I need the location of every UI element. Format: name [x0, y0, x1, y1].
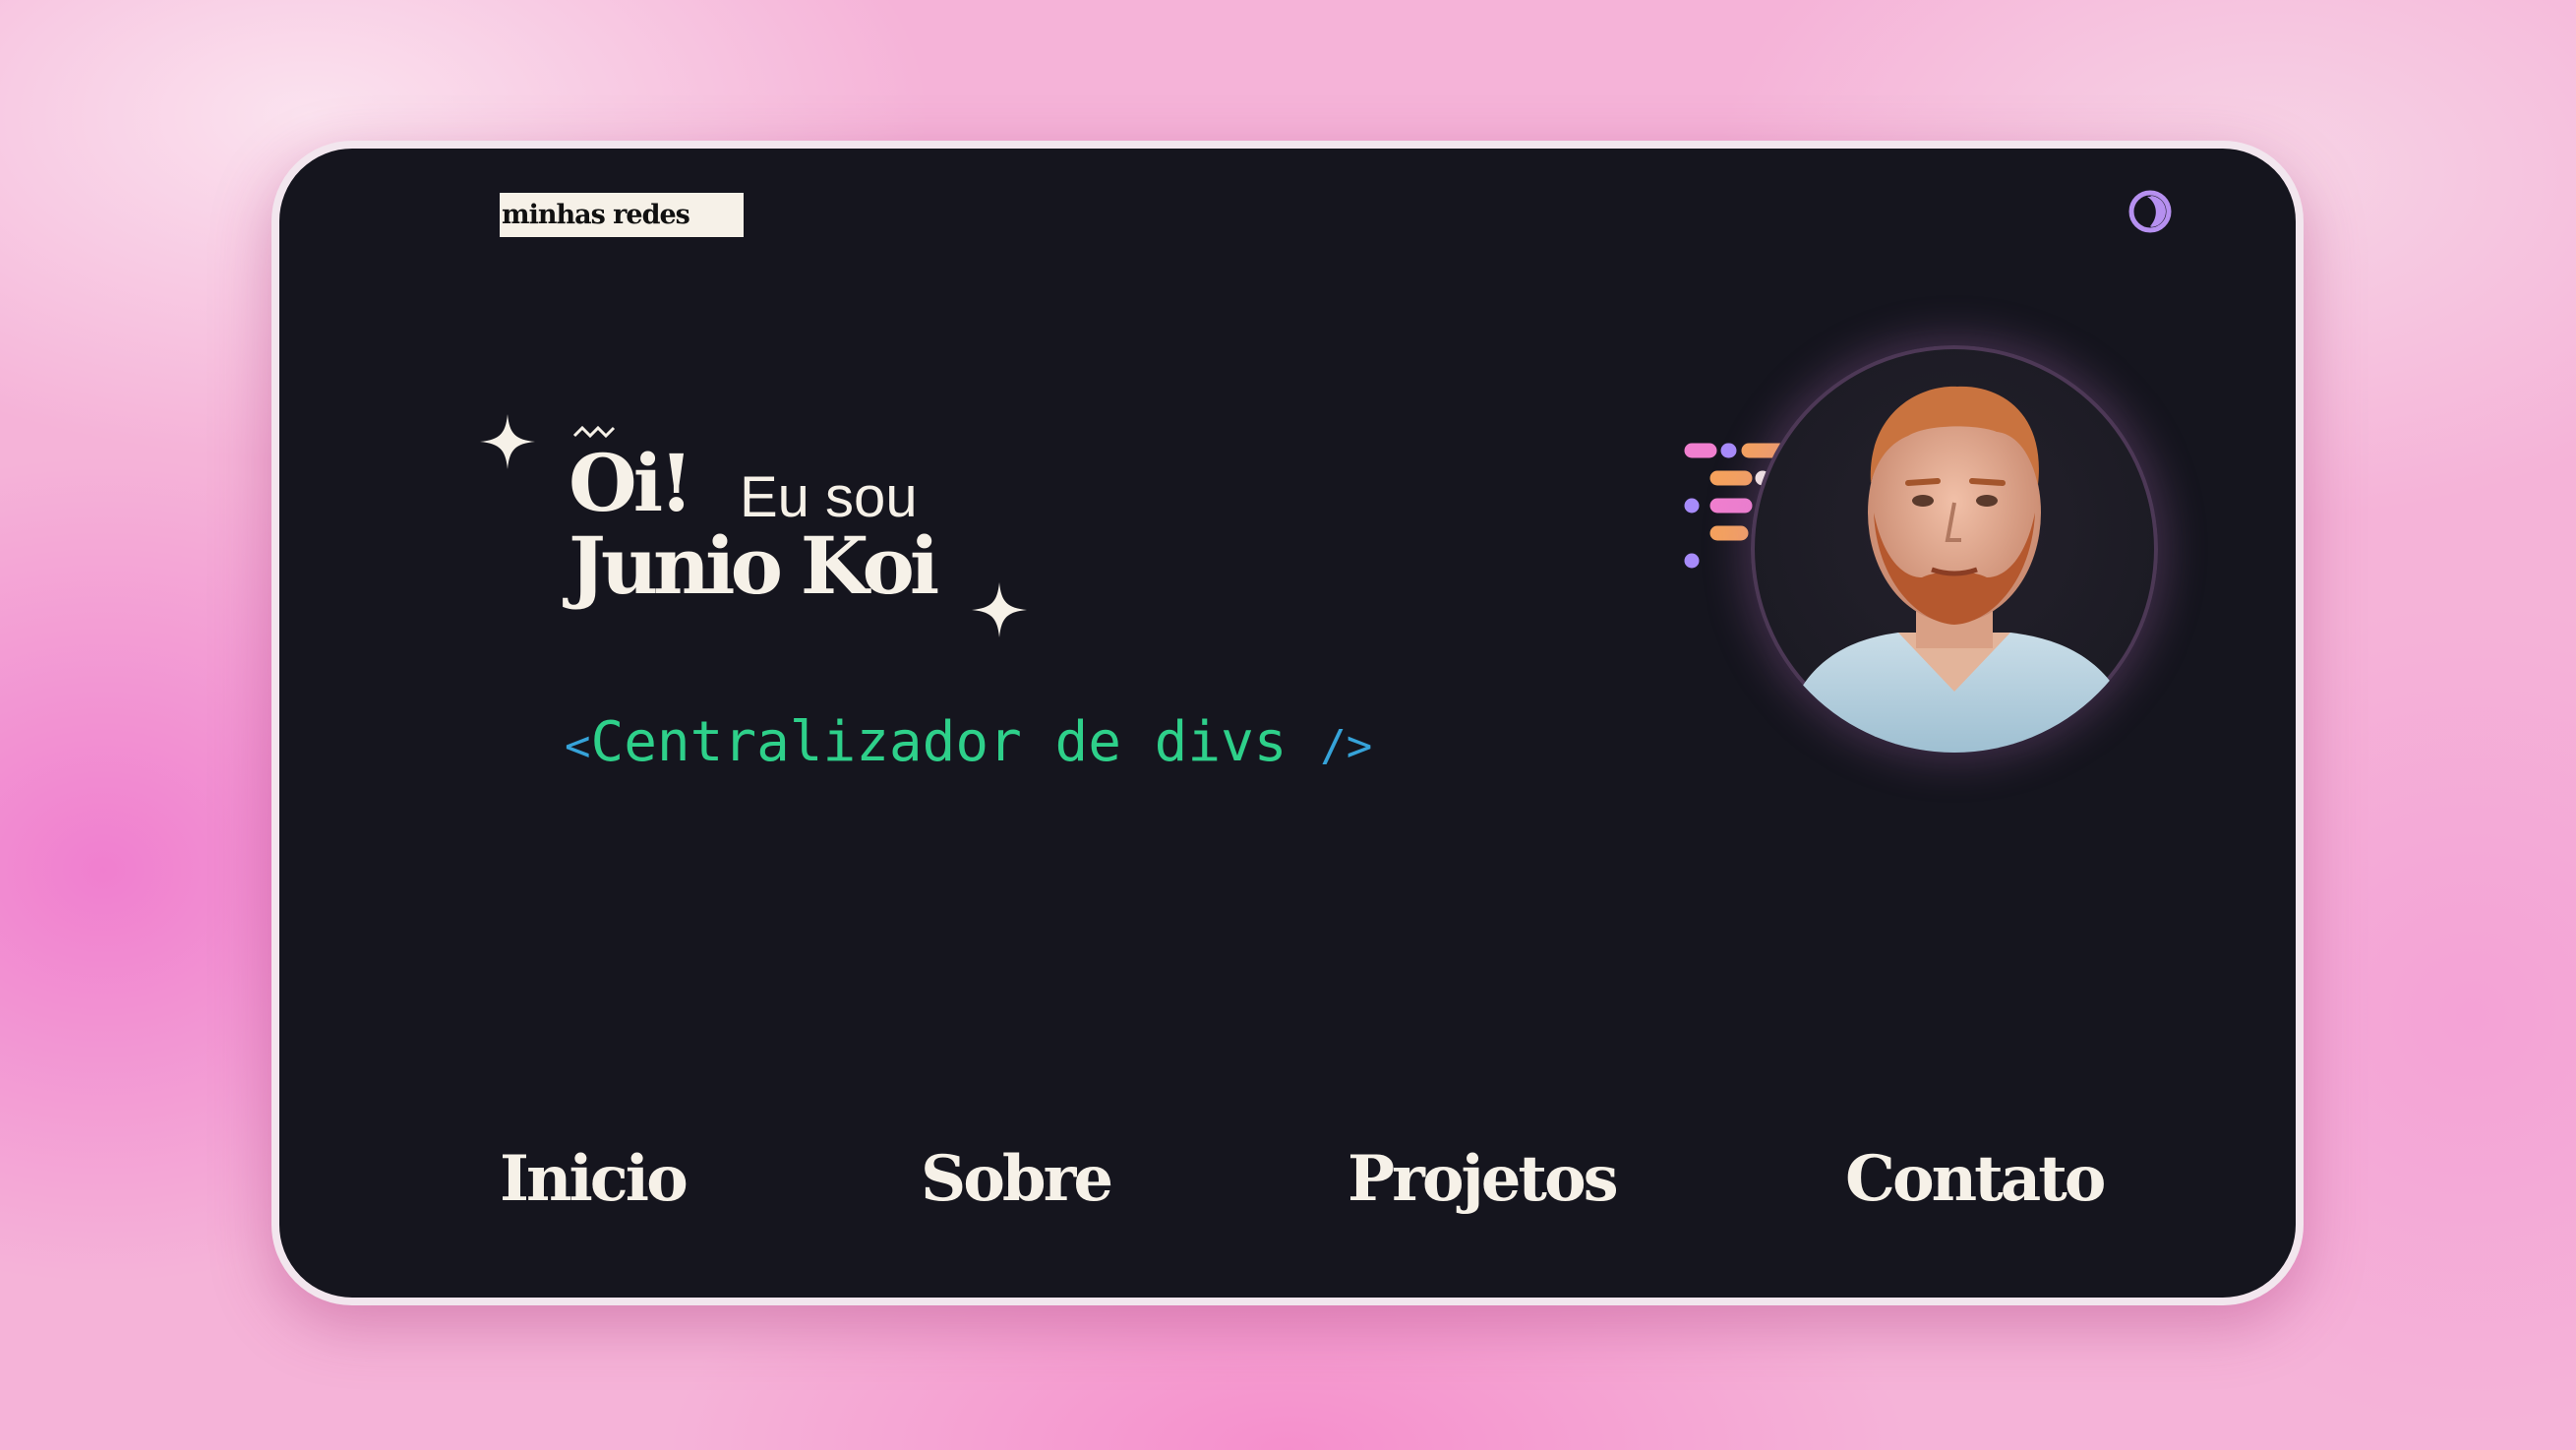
sparkle-icon: [972, 582, 1027, 637]
role-tagline: <Centralizador de divs />: [565, 715, 1372, 770]
role-text: Centralizador de divs: [590, 710, 1288, 774]
nav-sobre[interactable]: Sobre: [921, 1148, 1113, 1211]
half-moon-icon: [2128, 190, 2172, 233]
nav-contato[interactable]: Contato: [1845, 1148, 2106, 1211]
profile-photo: [1780, 386, 2140, 753]
hero-card: minhas redes Oi! Eu sou Junio Koi <Centr…: [271, 141, 2304, 1305]
theme-toggle-button[interactable]: [2127, 188, 2174, 235]
tag-close: />: [1320, 721, 1373, 771]
nav-inicio[interactable]: Inicio: [500, 1148, 689, 1211]
author-name: Junio Koi: [569, 519, 939, 612]
tag-open: <: [565, 721, 591, 771]
socials-link[interactable]: minhas redes: [500, 193, 744, 237]
sparkle-icon: [480, 414, 535, 469]
avatar: [1751, 345, 2158, 753]
intro-text: Eu sou: [740, 465, 918, 529]
nav-projetos[interactable]: Projetos: [1348, 1148, 1619, 1211]
greeting: Oi!: [569, 437, 693, 529]
